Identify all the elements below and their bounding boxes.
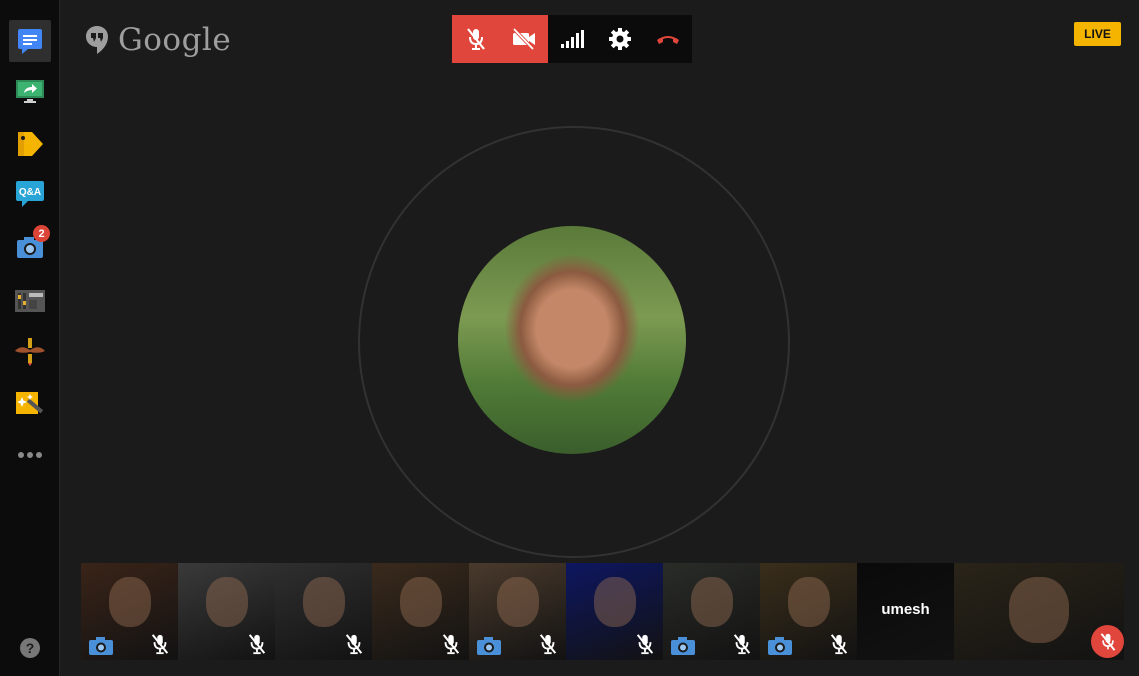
more-button[interactable] xyxy=(9,434,51,476)
participant-thumbnail[interactable] xyxy=(566,563,663,660)
participant-thumbnail[interactable] xyxy=(663,563,760,660)
app-sidebar: Q&A 2 ? xyxy=(0,0,60,676)
camera-icon xyxy=(477,637,501,655)
qa-icon: Q&A xyxy=(16,181,44,207)
mic-off-icon xyxy=(467,28,485,50)
participant-video xyxy=(1009,577,1069,643)
help-icon[interactable]: ? xyxy=(20,638,40,658)
camera-off-indicator xyxy=(476,636,502,656)
participant-video xyxy=(497,577,539,627)
participant-thumbnail[interactable]: umesh xyxy=(857,563,954,660)
camera-off-indicator xyxy=(88,636,114,656)
control-room-icon xyxy=(15,290,45,312)
camera-off-indicator xyxy=(767,636,793,656)
signal-icon xyxy=(561,30,584,48)
camera-icon xyxy=(671,637,695,655)
qa-button[interactable]: Q&A xyxy=(9,173,51,215)
participant-thumbnail[interactable] xyxy=(469,563,566,660)
participant-filmstrip: umesh xyxy=(81,563,1124,660)
chat-button[interactable] xyxy=(9,20,51,62)
mic-off-icon xyxy=(248,634,266,655)
participant-video xyxy=(400,577,442,627)
mic-off-icon xyxy=(830,634,848,655)
settings-button[interactable] xyxy=(596,15,644,63)
lower-third-button[interactable] xyxy=(9,123,51,165)
gear-icon xyxy=(609,28,631,50)
effects-button[interactable] xyxy=(9,330,51,372)
mic-off-icon xyxy=(442,634,460,655)
participant-video xyxy=(206,577,248,627)
chat-icon xyxy=(18,29,42,54)
control-room-button[interactable] xyxy=(9,279,51,321)
active-speaker-avatar xyxy=(458,226,686,454)
screenshare-icon xyxy=(16,80,44,103)
mic-muted-indicator xyxy=(731,633,753,655)
mic-off-icon xyxy=(1100,632,1115,651)
qa-label: Q&A xyxy=(19,187,41,198)
capture-badge: 2 xyxy=(33,225,50,242)
participant-name: umesh xyxy=(881,601,930,618)
mic-off-icon xyxy=(733,634,751,655)
hangout-toolbox-button[interactable] xyxy=(9,383,51,425)
hang-up-icon xyxy=(657,36,679,44)
participant-thumbnail[interactable] xyxy=(760,563,857,660)
camera-icon xyxy=(768,637,792,655)
hangouts-brand: Google xyxy=(85,20,231,60)
video-off-icon xyxy=(512,28,535,50)
hang-up-button[interactable] xyxy=(644,15,692,63)
mute-video-button[interactable] xyxy=(500,15,548,63)
mute-mic-button[interactable] xyxy=(452,15,500,63)
live-badge: LIVE xyxy=(1074,22,1121,46)
mic-off-icon xyxy=(345,634,363,655)
more-icon xyxy=(18,452,42,458)
participant-video xyxy=(594,577,636,627)
call-toolbar xyxy=(452,15,692,63)
mic-muted-indicator xyxy=(828,633,850,655)
participant-thumbnail[interactable] xyxy=(275,563,372,660)
self-mic-muted-indicator[interactable] xyxy=(1091,625,1124,658)
mic-muted-indicator xyxy=(343,633,365,655)
mic-off-icon xyxy=(151,634,169,655)
mic-muted-indicator xyxy=(246,633,268,655)
participant-thumbnail[interactable] xyxy=(81,563,178,660)
bandwidth-button[interactable] xyxy=(548,15,596,63)
mic-off-icon xyxy=(636,634,654,655)
mic-muted-indicator xyxy=(149,633,171,655)
magic-wand-icon xyxy=(16,392,44,414)
camera-off-indicator xyxy=(670,636,696,656)
screenshare-button[interactable] xyxy=(9,71,51,113)
mic-muted-indicator xyxy=(440,633,462,655)
participant-video xyxy=(691,577,733,627)
hangouts-logo-icon xyxy=(86,26,108,54)
brand-name: Google xyxy=(118,22,232,58)
capture-button[interactable]: 2 xyxy=(9,225,51,268)
mic-muted-indicator xyxy=(634,633,656,655)
mic-muted-indicator xyxy=(537,633,559,655)
participant-video xyxy=(788,577,830,627)
participant-video xyxy=(109,577,151,627)
mic-off-icon xyxy=(539,634,557,655)
mustache-icon xyxy=(15,338,45,366)
participant-thumbnail[interactable] xyxy=(372,563,469,660)
participant-video xyxy=(303,577,345,627)
tag-icon xyxy=(18,132,43,156)
participant-thumbnail[interactable] xyxy=(178,563,275,660)
camera-icon xyxy=(89,637,113,655)
